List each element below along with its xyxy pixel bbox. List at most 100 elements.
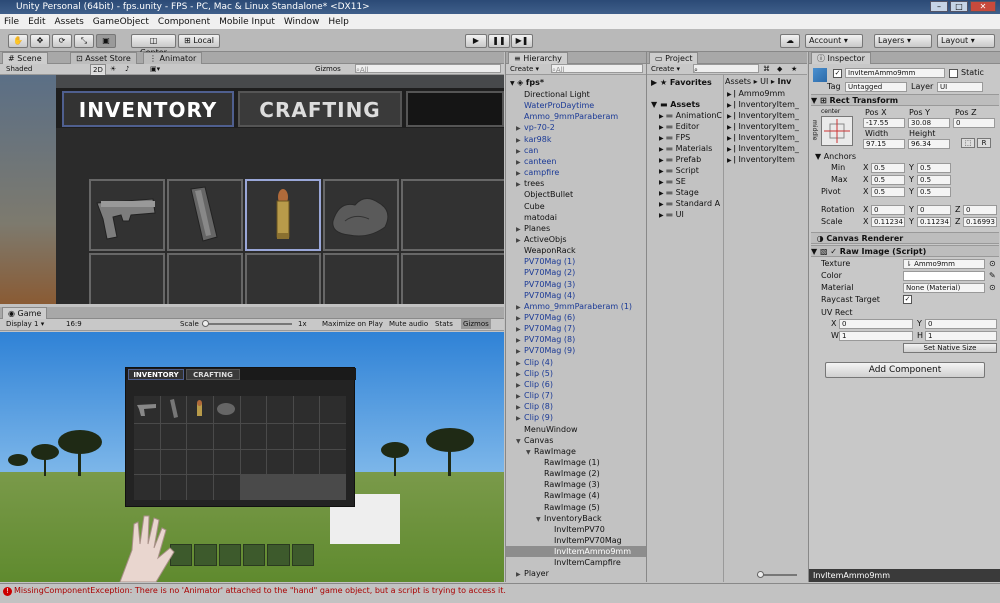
scale-tool-button[interactable]: ⤡ (74, 34, 94, 48)
maximize-button[interactable]: □ (950, 1, 968, 12)
menu-edit[interactable]: Edit (28, 17, 45, 27)
image-effects-icon[interactable]: ▣▾ (150, 64, 160, 74)
hierarchy-item[interactable]: RawImage (5) (506, 502, 646, 513)
hierarchy-item[interactable]: PV70Mag (1) (506, 256, 646, 267)
game-gizmos-toggle[interactable]: Gizmos (461, 319, 491, 329)
layers-dropdown[interactable]: Layers ▾ (874, 34, 932, 48)
hierarchy-item[interactable]: ▶ Clip (4) (506, 357, 646, 368)
project-asset[interactable]: ▶ ǀ InventoryItem_ (727, 99, 807, 110)
rotation-x-field[interactable]: 0 (871, 205, 905, 215)
hotbar-slot[interactable] (267, 544, 290, 566)
console-status-bar[interactable]: ! MissingComponentException: There is no… (0, 583, 1000, 603)
project-folder[interactable]: ▶ ▬ Materials (659, 143, 723, 154)
hierarchy-item[interactable]: MenuWindow (506, 424, 646, 435)
hierarchy-item[interactable]: matodai (506, 212, 646, 223)
hierarchy-item[interactable]: ▼ InventoryBack (506, 513, 646, 524)
tab-animator[interactable]: ⋮ Animator (143, 52, 203, 64)
hierarchy-item[interactable]: ▶ PV70Mag (9) (506, 345, 646, 356)
project-asset[interactable]: ▶ ǀ InventoryItem_ (727, 110, 807, 121)
hierarchy-item[interactable]: PV70Mag (4) (506, 290, 646, 301)
hierarchy-scene-root[interactable]: ▼ ◈ fps* (510, 77, 544, 88)
slot-pistol[interactable] (89, 179, 165, 251)
width-field[interactable]: 97.15 (863, 139, 905, 149)
hierarchy-item[interactable]: ▶ canteen (506, 156, 646, 167)
move-tool-button[interactable]: ✥ (30, 34, 50, 48)
menu-window[interactable]: Window (284, 17, 320, 27)
hotbar-slot[interactable] (218, 544, 241, 566)
object-picker-icon[interactable]: ⊙ (989, 283, 996, 292)
menu-assets[interactable]: Assets (55, 17, 84, 27)
project-folder[interactable]: ▶ ▬ Stage (659, 187, 723, 198)
tab-asset-store[interactable]: ⊡ Asset Store (70, 52, 137, 64)
scale-slider[interactable] (202, 320, 292, 327)
scene-crafting-tab[interactable]: CRAFTING (238, 91, 402, 127)
raycast-target-checkbox[interactable]: ✓ (903, 295, 912, 304)
hierarchy-item[interactable]: ▶ campfire (506, 167, 646, 178)
hierarchy-item[interactable]: ▶ Clip (6) (506, 379, 646, 390)
pivot-center-button[interactable]: ◫ Center (131, 34, 176, 57)
hierarchy-item[interactable]: RawImage (3) (506, 479, 646, 490)
pivot-y-field[interactable]: 0.5 (917, 187, 951, 197)
object-picker-icon[interactable]: ⊙ (989, 259, 996, 268)
hotbar-slot[interactable] (194, 544, 217, 566)
tab-hierarchy[interactable]: ≡ Hierarchy (508, 52, 568, 64)
scene-gizmos-dropdown[interactable]: Gizmos (315, 64, 341, 74)
scale-z-field[interactable]: 0.16993 (963, 217, 997, 227)
blueprint-mode-button[interactable]: ⬚ (961, 138, 975, 148)
scale-y-field[interactable]: 0.11234 (917, 217, 951, 227)
anchor-preset-button[interactable] (821, 116, 853, 146)
object-name-field[interactable]: InvItemAmmo9mm (845, 68, 945, 78)
breadcrumb-ui[interactable]: UI (760, 77, 768, 86)
favorite-star-icon[interactable]: ★ (791, 64, 797, 74)
pos-x-field[interactable]: -17.55 (863, 118, 905, 128)
filter-type-icon[interactable]: ⌘ (763, 64, 770, 74)
layout-dropdown[interactable]: Layout ▾ (937, 34, 995, 48)
tab-inspector[interactable]: ⓘ Inspector (811, 52, 871, 64)
rect-tool-button[interactable]: ▣ (96, 34, 116, 48)
project-create-dropdown[interactable]: Create ▾ (651, 64, 680, 74)
hierarchy-item[interactable]: ObjectBullet (506, 189, 646, 200)
scene-search-input[interactable]: ⌕All (355, 64, 501, 74)
hierarchy-item[interactable]: PV70Mag (2) (506, 267, 646, 278)
hierarchy-item[interactable]: PV70Mag (3) (506, 279, 646, 290)
breadcrumb-inv[interactable]: Inv (777, 77, 791, 86)
hierarchy-create-dropdown[interactable]: Create ▾ (510, 64, 539, 74)
hierarchy-item[interactable]: ▶ vp-70-2 (506, 122, 646, 133)
hierarchy-item[interactable]: RawImage (2) (506, 468, 646, 479)
game-view[interactable]: INVENTORY CRAFTING (0, 332, 504, 582)
project-folder[interactable]: ▶ ▬ UI (659, 209, 723, 220)
hierarchy-item[interactable]: Ammo_9mmParaberam (506, 111, 646, 122)
anchors-foldout[interactable]: ▼ Anchors (815, 152, 856, 161)
cloud-button[interactable]: ☁ (780, 34, 800, 48)
play-button[interactable]: ▶ (465, 34, 487, 48)
uv-x-field[interactable]: 0 (839, 319, 913, 329)
hierarchy-item[interactable]: ▶ PV70Mag (7) (506, 323, 646, 334)
game-slot-campfire[interactable] (213, 396, 240, 423)
add-component-button[interactable]: Add Component (825, 362, 985, 378)
project-folder[interactable]: ▶ ▬ Script (659, 165, 723, 176)
static-checkbox[interactable] (949, 69, 958, 78)
breadcrumb-assets[interactable]: Assets (725, 77, 751, 86)
project-asset[interactable]: ▶ ǀ InventoryItem_ (727, 143, 807, 154)
hierarchy-item[interactable]: WeaponRack (506, 245, 646, 256)
project-asset[interactable]: ▶ ǀ InventoryItem_ (727, 132, 807, 143)
tag-dropdown[interactable]: Untagged (845, 82, 907, 92)
pos-z-field[interactable]: 0 (953, 118, 995, 128)
inspector-preview-bar[interactable]: InvItemAmmo9mm (809, 569, 1000, 582)
set-native-size-button[interactable]: Set Native Size (903, 343, 997, 353)
hotbar-slot[interactable] (291, 544, 314, 566)
filter-label-icon[interactable]: ◆ (777, 64, 782, 74)
mute-audio-toggle[interactable]: Mute audio (389, 319, 428, 329)
project-folder[interactable]: ▶ ▬ Standard A (659, 198, 723, 209)
menu-file[interactable]: File (4, 17, 19, 27)
hierarchy-item[interactable]: ▶ can (506, 145, 646, 156)
rotation-y-field[interactable]: 0 (917, 205, 951, 215)
project-search-input[interactable]: ⌕ (693, 64, 759, 74)
hierarchy-item[interactable]: InvItemPV70 (506, 524, 646, 535)
rotation-z-field[interactable]: 0 (963, 205, 997, 215)
scene-inventory-tab[interactable]: INVENTORY (62, 91, 234, 127)
rect-transform-header[interactable]: ▼ ⊞ Rect Transform (811, 94, 999, 106)
icon-size-slider[interactable] (757, 571, 797, 578)
stats-toggle[interactable]: Stats (435, 319, 453, 329)
shading-dropdown[interactable]: Shaded (6, 64, 32, 74)
